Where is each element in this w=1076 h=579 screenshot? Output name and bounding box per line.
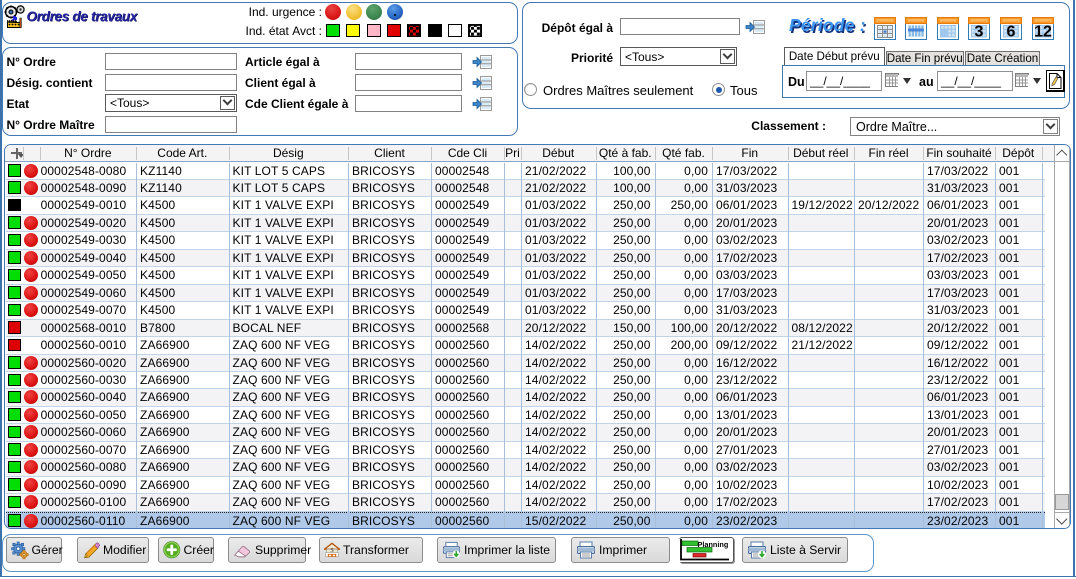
svg-text:3: 3 [975, 24, 984, 41]
svg-text:6: 6 [1006, 24, 1015, 41]
svg-text:Planning: Planning [698, 539, 729, 548]
svg-text:12: 12 [1034, 24, 1052, 41]
